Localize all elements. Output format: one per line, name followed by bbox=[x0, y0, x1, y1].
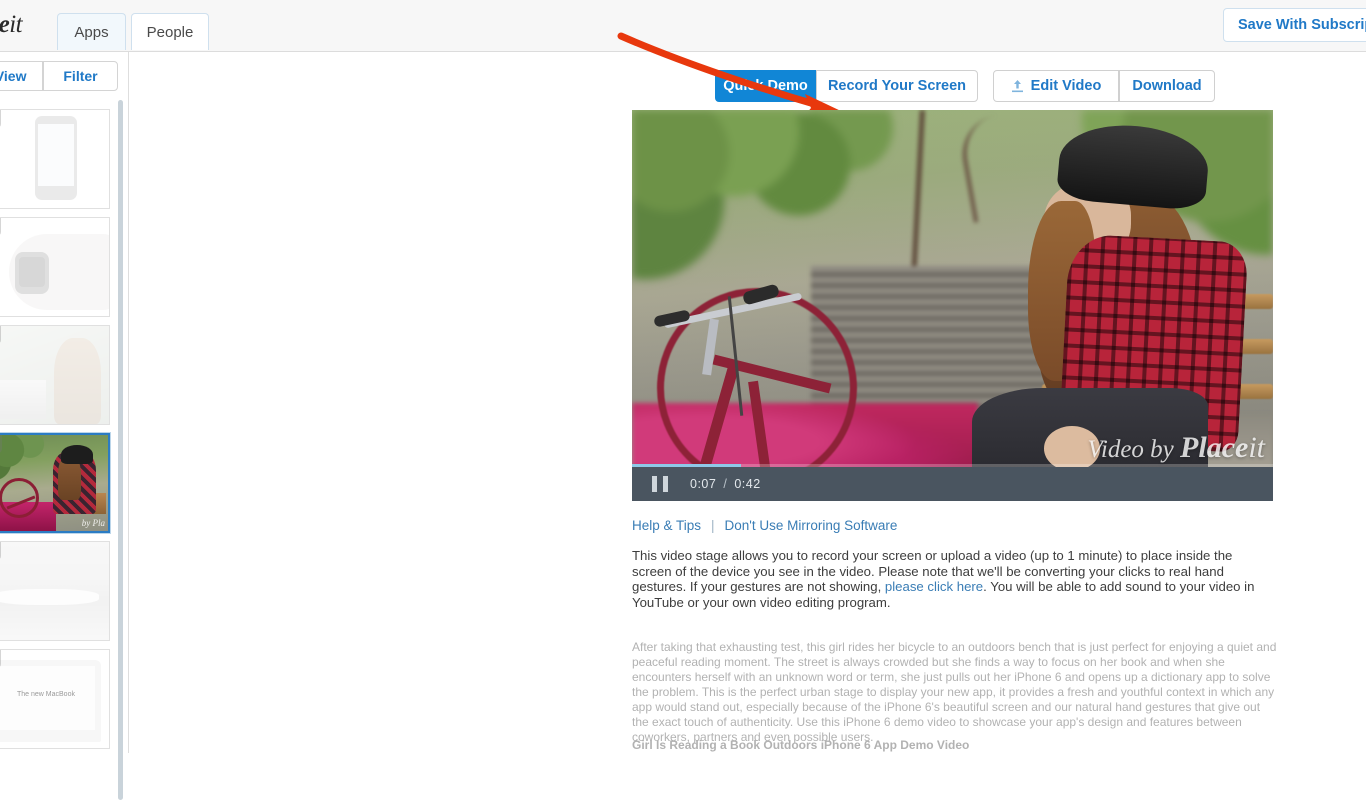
download-button[interactable]: Download bbox=[1119, 70, 1215, 102]
mirroring-software-link[interactable]: Don't Use Mirroring Software bbox=[725, 518, 898, 533]
save-with-subscription-label: Save With Subscription bbox=[1238, 17, 1366, 33]
thumbnail-apple-watch[interactable] bbox=[0, 217, 110, 317]
quick-demo-button[interactable]: Quick Demo bbox=[715, 70, 816, 102]
thumbnail-fade-overlay bbox=[0, 650, 109, 748]
duration: 0:42 bbox=[734, 477, 761, 491]
pause-icon[interactable] bbox=[652, 476, 668, 492]
video-player[interactable]: Video by Placeit 0:07/0:42 bbox=[632, 110, 1273, 501]
filter-label: Filter bbox=[63, 68, 98, 84]
thumbnail-list[interactable]: by Pla The new MacBook bbox=[0, 99, 129, 753]
thumbnail-fade-overlay bbox=[0, 218, 109, 316]
quick-demo-label: Quick Demo bbox=[723, 78, 808, 94]
tab-apps[interactable]: Apps bbox=[57, 13, 126, 50]
thumbnail-iphone-calendar[interactable] bbox=[0, 109, 110, 209]
links-divider: | bbox=[711, 518, 715, 533]
please-click-here-link[interactable]: please click here bbox=[885, 579, 983, 594]
main-content: Quick Demo Record Your Screen Edit Video… bbox=[130, 32, 1366, 753]
download-label: Download bbox=[1132, 78, 1202, 94]
thumbnail-fade-overlay bbox=[0, 110, 109, 208]
thumbnail-fade-overlay bbox=[0, 542, 109, 640]
record-your-screen-button[interactable]: Record Your Screen bbox=[816, 70, 978, 102]
thumbnail-fade-overlay bbox=[0, 326, 109, 424]
record-your-screen-label: Record Your Screen bbox=[827, 78, 967, 94]
edit-video-label: Edit Video bbox=[1030, 78, 1102, 94]
seo-title: Girl Is Reading a Book Outdoors iPhone 6… bbox=[632, 738, 970, 752]
edit-video-button[interactable]: Edit Video bbox=[993, 70, 1119, 102]
grid-view-label: id View bbox=[0, 68, 27, 84]
girl-layer bbox=[971, 119, 1249, 501]
tab-people[interactable]: People bbox=[131, 13, 209, 50]
girl-beanie bbox=[1055, 119, 1211, 211]
logo-italic-text: it bbox=[9, 11, 23, 38]
help-links-row: Help & Tips | Don't Use Mirroring Software bbox=[632, 518, 897, 533]
bike-scene-illustration: by Pla bbox=[0, 435, 108, 531]
grid-view-button[interactable]: id View bbox=[0, 61, 43, 91]
logo-bold-text: ace bbox=[0, 11, 10, 38]
filter-button[interactable]: Filter bbox=[43, 61, 118, 91]
video-time-display: 0:07 / 0:42 bbox=[690, 477, 761, 491]
tree-layer bbox=[0, 435, 61, 485]
girl-hat-layer bbox=[60, 444, 94, 464]
sidebar-toolbar: id View Filter bbox=[0, 57, 129, 97]
thumbnail-macbook[interactable]: The new MacBook bbox=[0, 649, 110, 749]
video-controls-bar: 0:07 / 0:42 bbox=[632, 467, 1273, 501]
save-with-subscription-button[interactable]: Save With Subscription bbox=[1223, 8, 1366, 42]
video-description: This video stage allows you to record yo… bbox=[632, 548, 1274, 610]
help-and-tips-link[interactable]: Help & Tips bbox=[632, 518, 701, 533]
thumbnail-watermark: by Pla bbox=[81, 518, 105, 528]
seo-description: After taking that exhausting test, this … bbox=[632, 640, 1277, 744]
thumbnail-corner-badge bbox=[0, 435, 2, 453]
bicycle-layer bbox=[632, 212, 940, 494]
thumbnail-blurred-scene[interactable] bbox=[0, 541, 110, 641]
placeit-logo[interactable]: aceit bbox=[0, 11, 23, 39]
upload-icon bbox=[1011, 79, 1024, 93]
tab-apps-label: Apps bbox=[74, 23, 109, 41]
thumbnail-girl-with-phone[interactable] bbox=[0, 325, 110, 425]
left-sidebar: id View Filter bbox=[0, 52, 129, 800]
thumbnail-girl-reading-book-selected[interactable]: by Pla bbox=[0, 433, 110, 533]
time-separator: / bbox=[723, 477, 728, 491]
current-time: 0:07 bbox=[690, 477, 717, 491]
macbook-caption: The new MacBook bbox=[17, 691, 75, 699]
tab-people-label: People bbox=[146, 23, 194, 41]
top-bar: aceit Apps People Save With Subscription bbox=[0, 0, 1366, 52]
sidebar-scrollbar[interactable] bbox=[118, 100, 123, 800]
